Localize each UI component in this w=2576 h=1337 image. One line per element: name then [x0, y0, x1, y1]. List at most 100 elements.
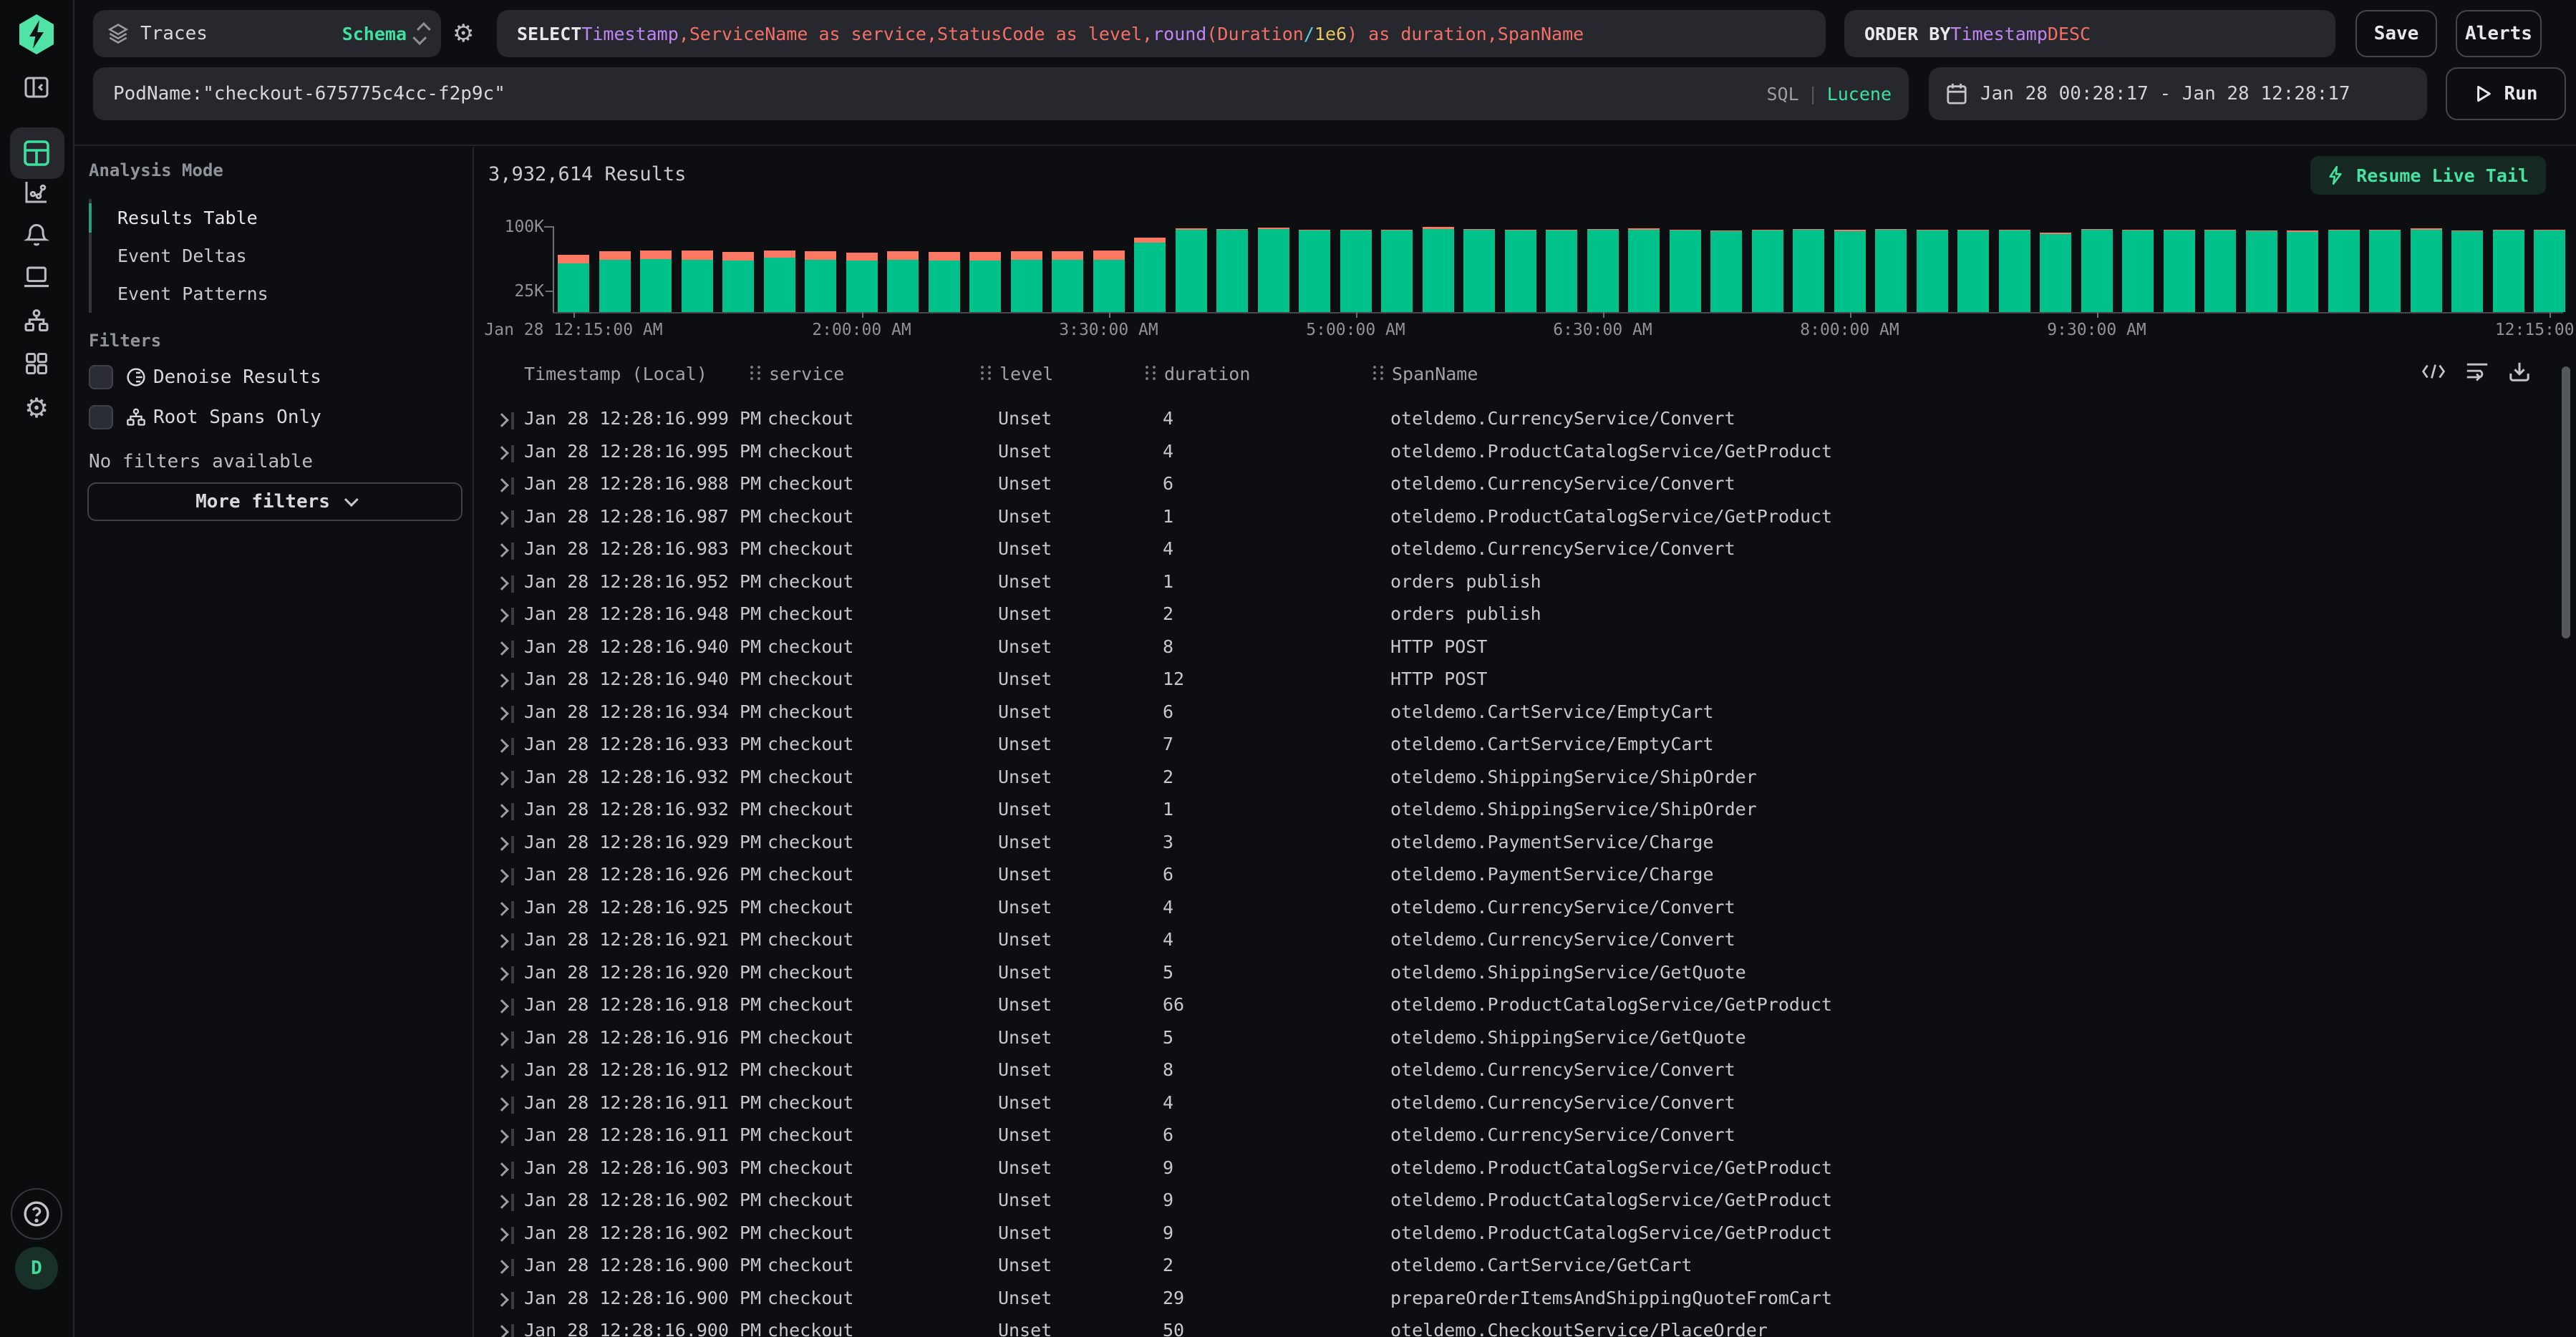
expand-chevron-icon[interactable] — [495, 1097, 509, 1112]
expand-chevron-icon[interactable] — [495, 706, 509, 721]
histogram-bar[interactable] — [2204, 230, 2236, 312]
query-language-toggle[interactable]: SQL|Lucene — [1766, 84, 1892, 104]
expand-chevron-icon[interactable] — [495, 576, 509, 590]
histogram-bar[interactable] — [682, 251, 713, 312]
histogram-bar[interactable] — [2081, 229, 2113, 312]
table-row[interactable]: Jan 28 12:28:16.940 PMcheckoutUnset8HTTP… — [475, 632, 2576, 665]
histogram-bar[interactable] — [1176, 228, 1207, 312]
table-row[interactable]: Jan 28 12:28:16.902 PMcheckoutUnset9otel… — [475, 1185, 2576, 1218]
expand-chevron-icon[interactable] — [495, 608, 509, 623]
histogram-bar[interactable] — [558, 255, 589, 312]
histogram-bar[interactable] — [1011, 251, 1042, 312]
table-row[interactable]: Jan 28 12:28:16.903 PMcheckoutUnset9otel… — [475, 1153, 2576, 1186]
table-row[interactable]: Jan 28 12:28:16.952 PMcheckoutUnset1orde… — [475, 567, 2576, 600]
table-row[interactable]: Jan 28 12:28:16.920 PMcheckoutUnset5otel… — [475, 958, 2576, 991]
expand-chevron-icon[interactable] — [495, 446, 509, 460]
search-results-nav-icon[interactable] — [23, 140, 50, 167]
table-row[interactable]: Jan 28 12:28:16.934 PMcheckoutUnset6otel… — [475, 697, 2576, 730]
drag-grip-icon[interactable] — [981, 364, 992, 380]
table-row[interactable]: Jan 28 12:28:16.987 PMcheckoutUnset1otel… — [475, 502, 2576, 535]
histogram-bar[interactable] — [2411, 228, 2442, 312]
histogram-bar[interactable] — [2493, 230, 2524, 312]
histogram-bar[interactable] — [1834, 230, 1866, 312]
histogram-bar[interactable] — [2534, 230, 2565, 312]
histogram-bar[interactable] — [929, 252, 960, 312]
expand-chevron-icon[interactable] — [495, 1227, 509, 1242]
table-row[interactable]: Jan 28 12:28:16.916 PMcheckoutUnset5otel… — [475, 1023, 2576, 1056]
histogram-bar[interactable] — [1587, 229, 1619, 312]
histogram-bar[interactable] — [2328, 230, 2360, 312]
histogram-bar[interactable] — [1258, 228, 1289, 312]
histogram-bar[interactable] — [1216, 229, 1248, 312]
expand-chevron-icon[interactable] — [495, 902, 509, 916]
histogram-bar[interactable] — [1628, 228, 1660, 312]
logo-icon[interactable] — [16, 13, 57, 56]
histogram-bar[interactable] — [1957, 230, 1989, 312]
histogram-bar[interactable] — [2122, 230, 2154, 312]
histogram-bar[interactable] — [1793, 229, 1824, 312]
analysis-mode-item[interactable]: Event Deltas — [92, 237, 268, 275]
table-row[interactable]: Jan 28 12:28:16.948 PMcheckoutUnset2orde… — [475, 599, 2576, 632]
expand-chevron-icon[interactable] — [495, 1195, 509, 1209]
checkbox[interactable] — [89, 365, 113, 389]
table-row[interactable]: Jan 28 12:28:16.926 PMcheckoutUnset6otel… — [475, 860, 2576, 893]
expand-chevron-icon[interactable] — [495, 1032, 509, 1046]
table-row[interactable]: Jan 28 12:28:16.925 PMcheckoutUnset4otel… — [475, 893, 2576, 925]
histogram-bar[interactable] — [2369, 230, 2401, 312]
histogram-bar[interactable] — [1052, 251, 1083, 312]
histogram-bar[interactable] — [1999, 230, 2030, 312]
histogram-bar[interactable] — [1134, 238, 1166, 312]
histogram-bars[interactable] — [553, 147, 2563, 312]
table-row[interactable]: Jan 28 12:28:16.911 PMcheckoutUnset6otel… — [475, 1120, 2576, 1153]
download-icon[interactable] — [2509, 361, 2530, 382]
expand-chevron-icon[interactable] — [495, 967, 509, 981]
histogram-bar[interactable] — [722, 252, 754, 312]
histogram-bar[interactable] — [2451, 230, 2483, 312]
expand-chevron-icon[interactable] — [495, 869, 509, 883]
help-icon[interactable] — [11, 1188, 62, 1240]
expand-chevron-icon[interactable] — [495, 1162, 509, 1177]
expand-chevron-icon[interactable] — [495, 804, 509, 818]
expand-chevron-icon[interactable] — [495, 999, 509, 1013]
histogram-bar[interactable] — [1546, 230, 1577, 312]
analysis-mode-item[interactable]: Results Table — [92, 199, 268, 237]
histogram-bar[interactable] — [764, 251, 795, 312]
wrap-lines-icon[interactable] — [2466, 361, 2489, 381]
table-row[interactable]: Jan 28 12:28:16.932 PMcheckoutUnset2otel… — [475, 762, 2576, 795]
histogram-bar[interactable] — [846, 253, 878, 312]
expand-chevron-icon[interactable] — [495, 739, 509, 753]
drag-grip-icon[interactable] — [1146, 364, 1157, 380]
user-avatar[interactable]: D — [15, 1247, 58, 1290]
table-row[interactable]: Jan 28 12:28:16.999 PMcheckoutUnset4otel… — [475, 404, 2576, 437]
chart-explorer-nav-icon[interactable] — [24, 179, 49, 205]
run-button[interactable]: Run — [2446, 67, 2566, 120]
expand-chevron-icon[interactable] — [495, 837, 509, 851]
table-row[interactable]: Jan 28 12:28:16.933 PMcheckoutUnset7otel… — [475, 729, 2576, 762]
col-header-timestamp[interactable]: Timestamp (Local) — [524, 364, 707, 384]
table-row[interactable]: Jan 28 12:28:16.929 PMcheckoutUnset3otel… — [475, 827, 2576, 860]
table-row[interactable]: Jan 28 12:28:16.940 PMcheckoutUnset12HTT… — [475, 664, 2576, 697]
table-row[interactable]: Jan 28 12:28:16.900 PMcheckoutUnset50ote… — [475, 1316, 2576, 1337]
expand-chevron-icon[interactable] — [495, 674, 509, 688]
table-row[interactable]: Jan 28 12:28:16.918 PMcheckoutUnset66ote… — [475, 990, 2576, 1023]
results-histogram[interactable]: 100K 25K Jan 28 12:15:00 AM2:00:00 AM3:3… — [475, 147, 2576, 336]
table-row[interactable]: Jan 28 12:28:16.995 PMcheckoutUnset4otel… — [475, 437, 2576, 470]
histogram-bar[interactable] — [2164, 230, 2195, 312]
col-header-service[interactable]: service — [750, 364, 844, 384]
histogram-bar[interactable] — [1093, 251, 1125, 312]
col-header-spanname[interactable]: SpanName — [1373, 364, 1478, 384]
expand-chevron-icon[interactable] — [495, 772, 509, 786]
expand-chevron-icon[interactable] — [495, 641, 509, 656]
expand-chevron-icon[interactable] — [495, 1129, 509, 1144]
services-nav-icon[interactable] — [24, 308, 49, 334]
histogram-bar[interactable] — [1875, 229, 1907, 312]
histogram-bar[interactable] — [1505, 230, 1536, 312]
expand-chevron-icon[interactable] — [495, 1293, 509, 1307]
team-settings-nav-icon[interactable]: ⚙ — [24, 394, 49, 422]
expand-chevron-icon[interactable] — [495, 1260, 509, 1274]
drag-grip-icon[interactable] — [750, 364, 762, 380]
histogram-bar[interactable] — [1463, 229, 1495, 312]
client-sessions-nav-icon[interactable] — [23, 266, 50, 290]
collapse-sidebar-icon[interactable] — [24, 74, 49, 100]
expand-chevron-icon[interactable] — [495, 413, 509, 427]
